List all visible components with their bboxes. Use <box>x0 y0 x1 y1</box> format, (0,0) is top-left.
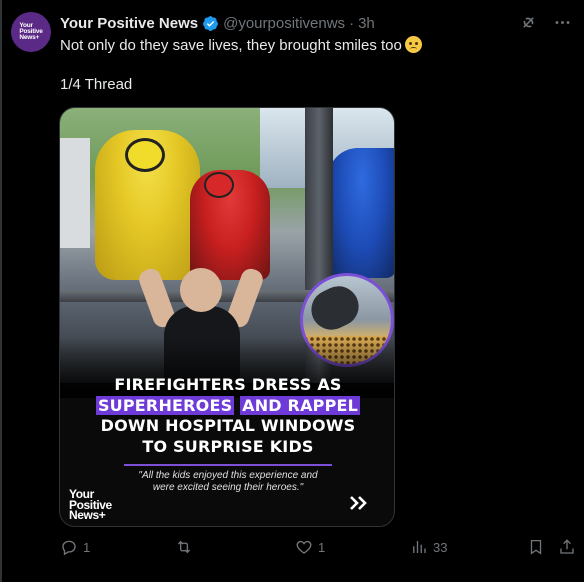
yellow-hero <box>95 130 200 280</box>
bookmark-icon <box>530 539 542 555</box>
share-icon <box>560 539 574 554</box>
avatar[interactable]: Your Positive News+ <box>11 12 51 52</box>
top-actions <box>518 12 572 32</box>
blue-hero <box>328 148 394 278</box>
thread-line <box>0 0 2 582</box>
share-button[interactable] <box>558 538 576 556</box>
headline-highlight-2: AND RAPPEL <box>240 395 361 415</box>
more-icon[interactable] <box>552 12 572 32</box>
like-button[interactable]: 1 <box>295 538 325 556</box>
avatar-logo: Your Positive News+ <box>19 22 43 41</box>
tweet[interactable]: Your Positive News+ Your Positive News @yo… <box>0 0 584 582</box>
tweet-header: Your Positive News @yourpositivenws · 3h <box>60 13 375 33</box>
headline-line-4: TO SURPRISE KIDS <box>142 436 314 456</box>
like-count: 1 <box>318 539 326 555</box>
media-quote: "All the kids enjoyed this experience an… <box>90 470 366 494</box>
tweet-text: Not only do they save lives, they brough… <box>60 36 560 56</box>
quote-line-1: "All the kids enjoyed this experience an… <box>138 470 318 481</box>
thread-label: 1/4 Thread <box>60 76 133 93</box>
verified-badge-icon <box>202 15 219 32</box>
reply-count: 1 <box>83 539 91 555</box>
double-chevron-right-icon <box>348 494 370 512</box>
action-bar: 1 1 33 <box>60 538 580 560</box>
grok-icon[interactable] <box>518 12 538 32</box>
retweet-icon <box>177 540 191 554</box>
headline-line-1: FIREFIGHTERS DRESS AS <box>114 375 342 394</box>
media-headline: FIREFIGHTERS DRESS AS SUPERHEROES AND RA… <box>60 375 394 457</box>
reply-button[interactable]: 1 <box>60 538 90 556</box>
tweet-text-body: Not only do they save lives, they brough… <box>60 37 402 54</box>
brand-line-3: News+ <box>69 508 106 522</box>
red-hero <box>190 170 270 280</box>
heart-icon <box>296 540 312 554</box>
handle[interactable]: @yourpositivenws <box>223 15 345 32</box>
bookmark-button[interactable] <box>527 538 545 556</box>
retweet-button[interactable] <box>175 538 198 556</box>
views-count: 33 <box>433 539 448 555</box>
media-image[interactable]: FIREFIGHTERS DRESS AS SUPERHEROES AND RA… <box>59 107 395 527</box>
brand-logo: Your Positive News+ <box>69 488 112 522</box>
headline-line-3: DOWN HOSPITAL WINDOWS <box>100 416 356 435</box>
display-name[interactable]: Your Positive News <box>60 15 198 32</box>
timestamp[interactable]: 3h <box>358 15 375 32</box>
quote-divider <box>124 464 332 466</box>
headline-highlight: SUPERHEROES <box>95 395 235 415</box>
quote-line-2: were excited seeing their heroes." <box>152 482 304 493</box>
photo-building <box>60 138 90 248</box>
headline-line-2: SUPERHEROES AND RAPPEL <box>60 395 394 417</box>
reply-icon <box>62 540 76 556</box>
views-chart-icon <box>413 541 426 553</box>
pleading-face-emoji-icon <box>404 36 422 53</box>
separator: · <box>349 14 355 32</box>
views-button[interactable]: 33 <box>410 538 447 556</box>
